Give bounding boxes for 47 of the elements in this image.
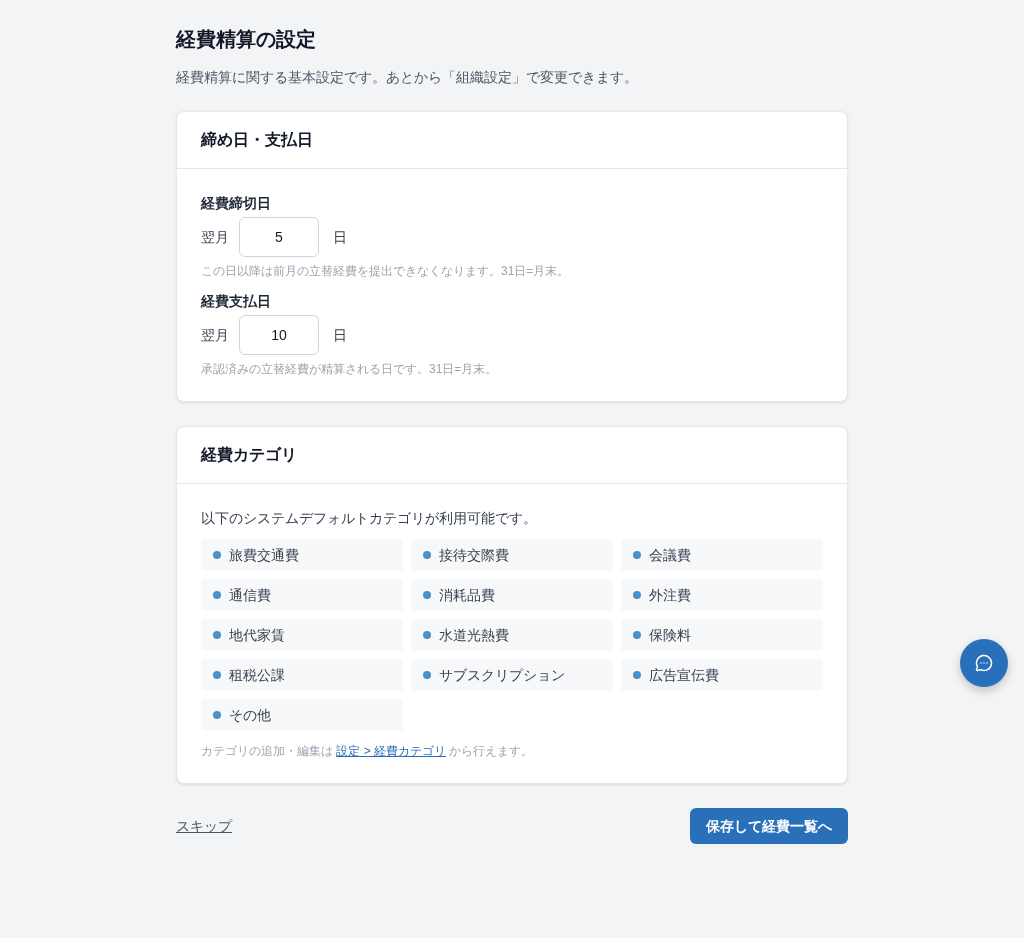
field-hint: この日以降は前月の立替経費を提出できなくなります。31日=月末。	[201, 263, 571, 279]
category-name: 消耗品費	[439, 586, 495, 605]
dot-icon	[213, 591, 221, 599]
field-label: 経費締切日	[201, 194, 272, 213]
dot-icon	[213, 671, 221, 679]
field-suffix: 日	[333, 228, 347, 247]
page-description: 経費精算に関する基本設定です。あとから「組織設定」で変更できます。	[176, 68, 639, 87]
chat-icon	[975, 654, 993, 672]
day-input[interactable]: 5	[239, 217, 319, 257]
page-title: 経費精算の設定	[176, 27, 317, 52]
category-name: 旅費交通費	[229, 546, 299, 565]
card-title: 経費カテゴリ	[201, 445, 298, 465]
skip-link[interactable]: スキップ	[176, 816, 232, 836]
category-name: 外注費	[649, 586, 691, 605]
save-button[interactable]: 保存して経費一覧へ	[690, 808, 848, 844]
category-name: 接待交際費	[439, 546, 509, 565]
field-hint: 承認済みの立替経費が精算される日です。31日=月末。	[201, 361, 499, 377]
category-name: 会議費	[649, 546, 691, 565]
category-name: 保険料	[649, 626, 691, 645]
field-prefix: 翌月	[201, 326, 229, 345]
chat-button[interactable]	[960, 639, 1008, 687]
dot-icon	[633, 631, 641, 639]
field-label: 経費支払日	[201, 292, 272, 311]
field-prefix: 翌月	[201, 228, 229, 247]
card-title: 締め日・支払日	[201, 130, 314, 150]
category-name: その他	[229, 706, 271, 725]
day-input[interactable]: 10	[239, 315, 319, 355]
dot-icon	[633, 671, 641, 679]
dot-icon	[423, 551, 431, 559]
category-name: 広告宣伝費	[649, 666, 719, 685]
category-name: 通信費	[229, 586, 271, 605]
dot-icon	[633, 551, 641, 559]
dot-icon	[633, 591, 641, 599]
dot-icon	[213, 711, 221, 719]
category-name: 水道光熱費	[439, 626, 509, 645]
category-name: 租税公課	[229, 666, 285, 685]
dot-icon	[213, 551, 221, 559]
category-name: 地代家賃	[229, 626, 285, 645]
field-suffix: 日	[333, 326, 347, 345]
dot-icon	[423, 671, 431, 679]
dot-icon	[213, 631, 221, 639]
category-note: カテゴリの追加・編集は 設定 > 経費カテゴリ から行えます。	[201, 743, 535, 759]
dot-icon	[423, 631, 431, 639]
category-settings-link[interactable]: 設定 > 経費カテゴリ	[336, 744, 447, 758]
category-intro: 以下のシステムデフォルトカテゴリが利用可能です。	[201, 509, 538, 528]
category-name: サブスクリプション	[439, 666, 565, 685]
dot-icon	[423, 591, 431, 599]
